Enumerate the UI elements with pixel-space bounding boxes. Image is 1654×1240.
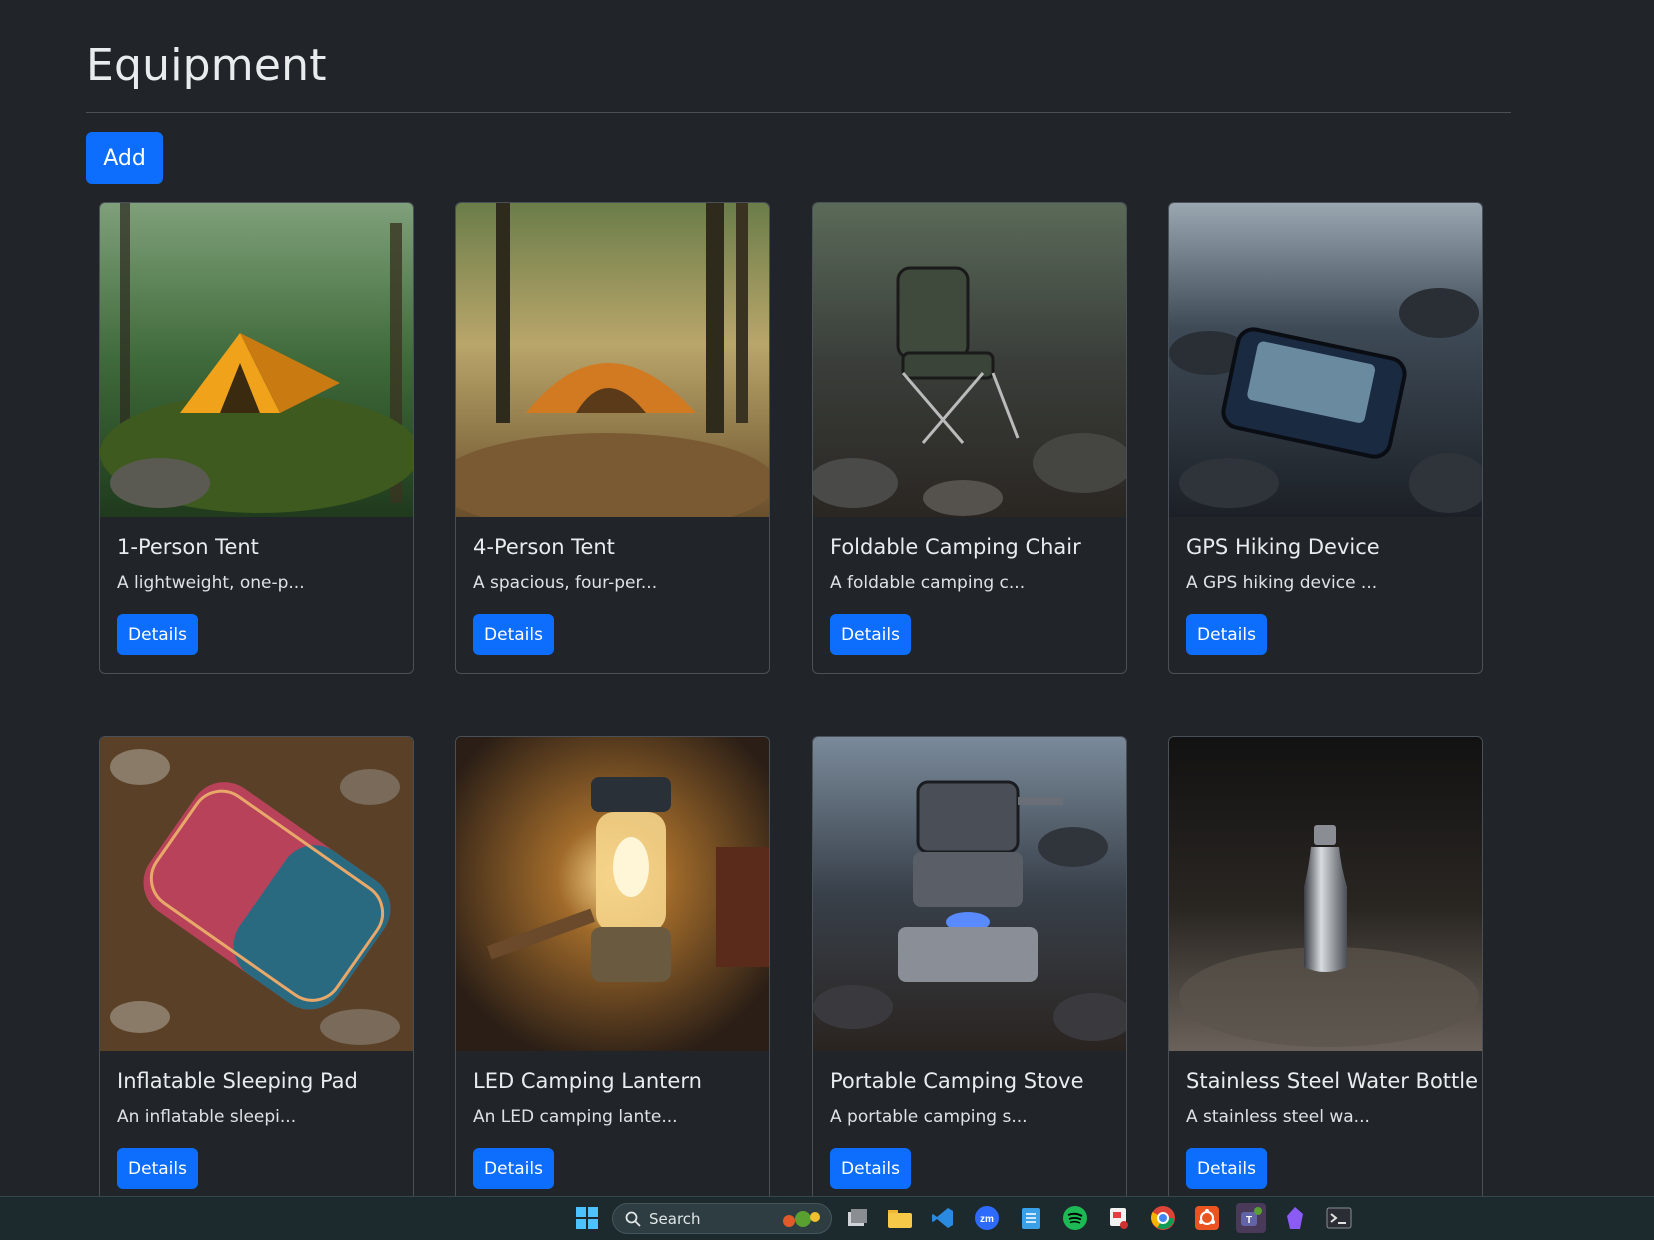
card-description: An inflatable sleepi... [117, 1107, 297, 1127]
stove-with-pot-image [813, 737, 1126, 1051]
equipment-page: Equipment Add 1-Person Tent A lightweigh… [0, 0, 1654, 1196]
card-description: A stainless steel wa... [1186, 1107, 1370, 1127]
gps-device-on-rocks-image [1169, 203, 1482, 517]
zoom-icon[interactable]: zm [972, 1203, 1002, 1233]
steel-bottle-image [1169, 737, 1482, 1051]
details-button[interactable]: Details [1186, 1148, 1267, 1189]
card-title: LED Camping Lantern [473, 1069, 702, 1093]
equipment-card: LED Camping Lantern An LED camping lante… [455, 736, 770, 1196]
details-button[interactable]: Details [473, 614, 554, 655]
card-title: Stainless Steel Water Bottle [1186, 1069, 1479, 1093]
search-label: Search [649, 1209, 701, 1228]
card-title: GPS Hiking Device [1186, 535, 1380, 559]
card-description: A portable camping s... [830, 1107, 1028, 1127]
file-explorer-icon[interactable] [885, 1203, 915, 1233]
card-description: A foldable camping c... [830, 573, 1026, 593]
large-tent-campsite-image [456, 203, 769, 517]
title-divider [86, 112, 1511, 113]
card-title: 4-Person Tent [473, 535, 615, 559]
task-view-icon[interactable] [842, 1203, 872, 1233]
search-highlight-icon [779, 1208, 823, 1230]
sleeping-pad-on-ground-image [100, 737, 413, 1051]
camping-chair-on-rocks-image [813, 203, 1126, 517]
search-icon [625, 1211, 641, 1227]
terminal-icon[interactable] [1324, 1203, 1354, 1233]
card-description: A GPS hiking device ... [1186, 573, 1378, 593]
details-button[interactable]: Details [1186, 614, 1267, 655]
card-description: An LED camping lante... [473, 1107, 678, 1127]
details-button[interactable]: Details [830, 614, 911, 655]
card-title: 1-Person Tent [117, 535, 259, 559]
chrome-icon[interactable] [1148, 1203, 1178, 1233]
card-description: A lightweight, one-p... [117, 573, 305, 593]
equipment-card: Stainless Steel Water Bottle A stainless… [1168, 736, 1483, 1196]
taskbar: Search zm T [0, 1196, 1654, 1240]
equipment-card: Portable Camping Stove A portable campin… [812, 736, 1127, 1196]
card-title: Inflatable Sleeping Pad [117, 1069, 358, 1093]
tent-in-forest-image [100, 203, 413, 517]
obsidian-icon[interactable] [1280, 1203, 1310, 1233]
equipment-card: 1-Person Tent A lightweight, one-p... De… [99, 202, 414, 674]
details-button[interactable]: Details [117, 614, 198, 655]
svg-text:T: T [1246, 1215, 1252, 1226]
details-button[interactable]: Details [117, 1148, 198, 1189]
teams-icon[interactable]: T [1236, 1203, 1266, 1233]
lit-lantern-image [456, 737, 769, 1051]
svg-text:zm: zm [980, 1214, 994, 1225]
windows-start-icon[interactable] [572, 1203, 602, 1233]
ubuntu-icon[interactable] [1192, 1203, 1222, 1233]
card-description: A spacious, four-per... [473, 573, 658, 593]
vscode-icon[interactable] [928, 1203, 958, 1233]
snipping-tool-icon[interactable] [1104, 1203, 1134, 1233]
details-button[interactable]: Details [830, 1148, 911, 1189]
card-title: Portable Camping Stove [830, 1069, 1084, 1093]
spotify-icon[interactable] [1060, 1203, 1090, 1233]
page-title: Equipment [86, 40, 327, 91]
equipment-card: 4-Person Tent A spacious, four-per... De… [455, 202, 770, 674]
equipment-card: GPS Hiking Device A GPS hiking device ..… [1168, 202, 1483, 674]
add-button[interactable]: Add [86, 132, 163, 184]
equipment-card: Inflatable Sleeping Pad An inflatable sl… [99, 736, 414, 1196]
taskbar-search-box[interactable]: Search [612, 1203, 832, 1234]
equipment-card: Foldable Camping Chair A foldable campin… [812, 202, 1127, 674]
details-button[interactable]: Details [473, 1148, 554, 1189]
card-title: Foldable Camping Chair [830, 535, 1081, 559]
notepad-icon[interactable] [1016, 1203, 1046, 1233]
